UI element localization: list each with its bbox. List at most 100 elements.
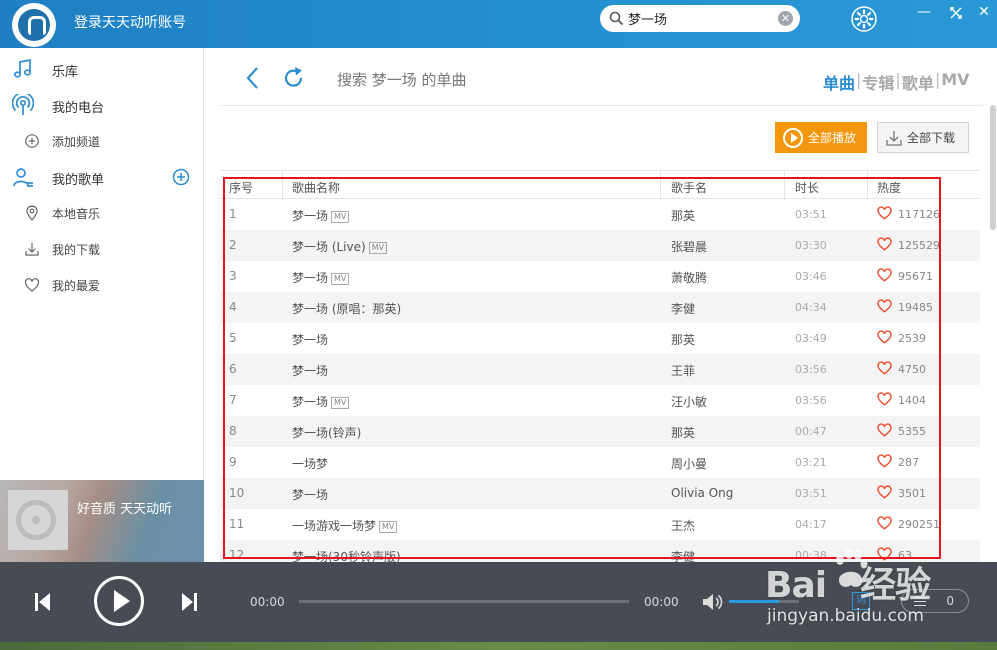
sidebar-item-my-downloads[interactable]: 我的下载 — [0, 231, 204, 267]
singer-name[interactable]: 周小曼 — [671, 455, 707, 472]
singer-name[interactable]: 萧敬腾 — [671, 269, 707, 286]
singer-name[interactable]: 王杰 — [671, 517, 695, 534]
close-button[interactable]: ✕ — [974, 4, 994, 20]
table-row[interactable]: 3 梦一场 MV 萧敬腾 03:46 95671 — [220, 261, 980, 292]
now-playing-panel[interactable]: 好音质 天天动听 — [0, 480, 204, 562]
song-title-text: 梦一场 — [292, 209, 329, 223]
table-row[interactable]: 9 一场梦 周小曼 03:21 287 — [220, 447, 980, 478]
table-row[interactable]: 10 梦一场 Olivia Ong 03:51 3501 — [220, 478, 980, 509]
song-title[interactable]: 梦一场 MV — [292, 207, 350, 224]
refresh-icon[interactable] — [283, 66, 305, 90]
playlist-button[interactable]: 0 — [901, 589, 969, 613]
sidebar-item-my-radio[interactable]: 我的电台 — [0, 87, 204, 123]
table-row[interactable]: 4 梦一场 (原唱：那英) 李健 04:34 19485 — [220, 292, 980, 323]
table-row[interactable]: 7 梦一场 MV 汪小敏 03:56 1404 — [220, 385, 980, 416]
mv-badge[interactable]: MV — [331, 211, 350, 223]
tab-albums[interactable]: 专辑 — [862, 70, 894, 94]
singer-name[interactable]: 王菲 — [671, 362, 695, 379]
sidebar-item-favorites[interactable]: 我的最爱 — [0, 267, 204, 303]
song-title[interactable]: 梦一场 (Live) MV — [292, 238, 388, 255]
column-header-duration[interactable]: 时长 — [795, 179, 819, 196]
column-header-index[interactable]: 序号 — [229, 179, 253, 196]
tab-songs[interactable]: 单曲 — [823, 70, 855, 94]
table-row[interactable]: 8 梦一场(铃声) 那英 00:47 5355 — [220, 416, 980, 447]
song-title[interactable]: 梦一场 MV — [292, 393, 350, 410]
search-input[interactable] — [628, 9, 773, 28]
sidebar-item-library[interactable]: 乐库 — [0, 51, 204, 87]
popularity-count: 19485 — [898, 301, 933, 314]
column-header-title[interactable]: 歌曲名称 — [292, 179, 340, 196]
next-track-icon[interactable] — [180, 592, 198, 612]
table-body: 1 梦一场 MV 那英 03:51 117126 2 梦一场 (Live) MV 张碧晨 03:30… — [220, 199, 980, 571]
sidebar-item-add-channel[interactable]: 添加频道 — [0, 123, 204, 159]
column-header-popularity[interactable]: 热度 — [877, 179, 901, 196]
song-title[interactable]: 梦一场 — [292, 486, 328, 503]
lyrics-toggle[interactable]: 词 — [852, 592, 870, 610]
mv-badge[interactable]: MV — [331, 397, 350, 409]
table-row[interactable]: 1 梦一场 MV 那英 03:51 117126 — [220, 199, 980, 230]
table-row[interactable]: 11 一场游戏一场梦 MV 王杰 04:17 290251 — [220, 509, 980, 540]
song-title[interactable]: 梦一场(铃声) — [292, 424, 361, 441]
favorite-heart-icon[interactable] — [877, 268, 892, 282]
singer-name[interactable]: 汪小敏 — [671, 393, 707, 410]
restore-button[interactable] — [946, 6, 966, 20]
popularity-count: 3501 — [898, 487, 926, 500]
progress-bar[interactable] — [299, 600, 629, 603]
favorite-heart-icon[interactable] — [877, 361, 892, 375]
favorite-heart-icon[interactable] — [877, 485, 892, 499]
download-all-button[interactable]: 全部下载 — [877, 122, 969, 153]
search-box[interactable]: ✕ — [600, 5, 800, 32]
favorite-heart-icon[interactable] — [877, 423, 892, 437]
table-row[interactable]: 6 梦一场 王菲 03:56 4750 — [220, 354, 980, 385]
scrollbar-thumb[interactable] — [990, 105, 996, 230]
favorite-heart-icon[interactable] — [877, 330, 892, 344]
singer-name[interactable]: Olivia Ong — [671, 486, 733, 500]
song-title[interactable]: 梦一场 (原唱：那英) — [292, 300, 401, 317]
favorite-heart-icon[interactable] — [877, 206, 892, 220]
mv-badge[interactable]: MV — [379, 521, 398, 533]
play-all-button[interactable]: 全部播放 — [775, 122, 867, 153]
sidebar-item-local-music[interactable]: 本地音乐 — [0, 195, 204, 231]
favorite-heart-icon[interactable] — [877, 454, 892, 468]
table-row[interactable]: 5 梦一场 那英 03:49 2539 — [220, 323, 980, 354]
search-icon[interactable] — [609, 11, 624, 26]
play-button[interactable] — [94, 576, 144, 626]
volume-slider[interactable] — [729, 600, 799, 603]
singer-name[interactable]: 张碧晨 — [671, 238, 707, 255]
previous-track-icon[interactable] — [34, 592, 52, 612]
singer-name[interactable]: 李健 — [671, 300, 695, 317]
minimize-button[interactable]: — — [914, 4, 934, 20]
login-link[interactable]: 登录天天动听账号 — [74, 12, 186, 32]
favorite-heart-icon[interactable] — [877, 299, 892, 313]
sidebar-item-my-playlists[interactable]: 我的歌单 — [0, 159, 204, 195]
clear-search-icon[interactable]: ✕ — [778, 11, 793, 26]
tab-playlists[interactable]: 歌单 — [902, 70, 934, 94]
singer-name[interactable]: 那英 — [671, 207, 695, 224]
song-title[interactable]: 一场梦 — [292, 455, 328, 472]
singer-name[interactable]: 那英 — [671, 331, 695, 348]
back-arrow-icon[interactable] — [243, 66, 263, 90]
song-title[interactable]: 梦一场 MV — [292, 269, 350, 286]
play-circle-icon — [783, 127, 803, 148]
song-title[interactable]: 梦一场 — [292, 362, 328, 379]
mv-badge[interactable]: MV — [331, 273, 350, 285]
favorite-heart-icon[interactable] — [877, 392, 892, 406]
sidebar-item-label: 我的电台 — [52, 101, 105, 116]
app-logo[interactable] — [12, 3, 56, 47]
sidebar: 乐库 我的电台 添加频道 我的歌单 本地音乐 我的下载 我的最爱 好音质 天天动… — [0, 48, 204, 562]
favorite-heart-icon[interactable] — [877, 547, 892, 561]
mv-badge[interactable]: MV — [368, 242, 388, 254]
row-index: 8 — [229, 424, 237, 438]
favorite-heart-icon[interactable] — [877, 516, 892, 530]
gear-icon[interactable] — [850, 5, 878, 33]
tab-mv[interactable]: MV — [941, 70, 969, 94]
add-playlist-icon[interactable] — [172, 168, 190, 186]
column-header-singer[interactable]: 歌手名 — [671, 179, 707, 196]
table-row[interactable]: 2 梦一场 (Live) MV 张碧晨 03:30 125529 — [220, 230, 980, 261]
singer-name[interactable]: 那英 — [671, 424, 695, 441]
song-title[interactable]: 一场游戏一场梦 MV — [292, 517, 398, 534]
favorite-heart-icon[interactable] — [877, 237, 892, 251]
song-title[interactable]: 梦一场 — [292, 331, 328, 348]
row-index: 11 — [229, 517, 245, 531]
volume-icon[interactable] — [702, 592, 724, 612]
